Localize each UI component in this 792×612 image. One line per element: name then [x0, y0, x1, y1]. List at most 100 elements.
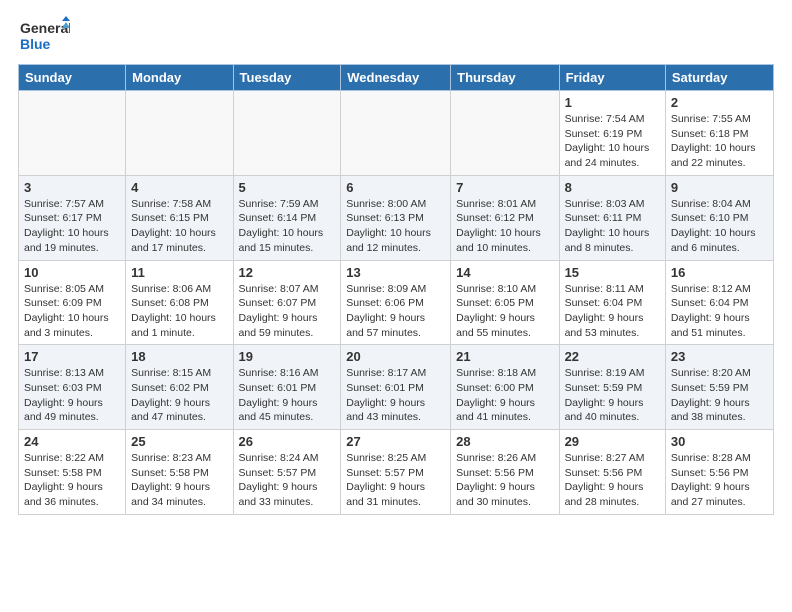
calendar-cell: 25 Sunrise: 8:23 AMSunset: 5:58 PMDayligh…: [126, 430, 233, 515]
day-info: Sunrise: 8:04 AMSunset: 6:10 PMDaylight:…: [671, 197, 768, 256]
day-number: 10: [24, 265, 120, 280]
calendar-body: 1 Sunrise: 7:54 AMSunset: 6:19 PMDaylight…: [19, 91, 774, 515]
calendar-cell: 1 Sunrise: 7:54 AMSunset: 6:19 PMDaylight…: [559, 91, 665, 176]
calendar-cell: 24Sunrise: 8:22 AMSunset: 5:58 PMDayligh…: [19, 430, 126, 515]
calendar-day-header: Monday: [126, 65, 233, 91]
svg-text:Blue: Blue: [20, 36, 51, 52]
calendar-cell: 26 Sunrise: 8:24 AMSunset: 5:57 PMDayligh…: [233, 430, 341, 515]
calendar-cell: [451, 91, 559, 176]
day-info: Sunrise: 8:27 AMSunset: 5:56 PMDaylight:…: [565, 451, 660, 510]
calendar-cell: 3 Sunrise: 7:57 AMSunset: 6:17 PMDaylight…: [19, 175, 126, 260]
calendar-cell: 7Sunrise: 8:01 AMSunset: 6:12 PMDaylight…: [451, 175, 559, 260]
day-number: 16: [671, 265, 768, 280]
calendar-cell: 10 Sunrise: 8:05 AMSunset: 6:09 PMDayligh…: [19, 260, 126, 345]
calendar-week-row: 17 Sunrise: 8:13 AMSunset: 6:03 PMDayligh…: [19, 345, 774, 430]
calendar-day-header: Tuesday: [233, 65, 341, 91]
day-info: Sunrise: 7:57 AMSunset: 6:17 PMDaylight:…: [24, 197, 120, 256]
calendar-cell: 22 Sunrise: 8:19 AMSunset: 5:59 PMDayligh…: [559, 345, 665, 430]
day-info: Sunrise: 7:58 AMSunset: 6:15 PMDaylight:…: [131, 197, 227, 256]
calendar-day-header: Thursday: [451, 65, 559, 91]
day-number: 20: [346, 349, 445, 364]
day-info: Sunrise: 8:03 AMSunset: 6:11 PMDaylight:…: [565, 197, 660, 256]
day-info: Sunrise: 8:25 AMSunset: 5:57 PMDaylight:…: [346, 451, 445, 510]
calendar-table: SundayMondayTuesdayWednesdayThursdayFrid…: [18, 64, 774, 515]
day-number: 29: [565, 434, 660, 449]
day-info: Sunrise: 8:06 AMSunset: 6:08 PMDaylight:…: [131, 282, 227, 341]
day-info: Sunrise: 8:26 AMSunset: 5:56 PMDaylight:…: [456, 451, 553, 510]
calendar-day-header: Sunday: [19, 65, 126, 91]
calendar-cell: 19 Sunrise: 8:16 AMSunset: 6:01 PMDayligh…: [233, 345, 341, 430]
calendar-cell: 29 Sunrise: 8:27 AMSunset: 5:56 PMDayligh…: [559, 430, 665, 515]
calendar-cell: 18 Sunrise: 8:15 AMSunset: 6:02 PMDayligh…: [126, 345, 233, 430]
day-number: 9: [671, 180, 768, 195]
day-number: 23: [671, 349, 768, 364]
calendar-cell: [341, 91, 451, 176]
day-number: 17: [24, 349, 120, 364]
day-info: Sunrise: 8:11 AMSunset: 6:04 PMDaylight:…: [565, 282, 660, 341]
day-info: Sunrise: 8:19 AMSunset: 5:59 PMDaylight:…: [565, 366, 660, 425]
day-number: 1: [565, 95, 660, 110]
day-number: 27: [346, 434, 445, 449]
day-info: Sunrise: 8:15 AMSunset: 6:02 PMDaylight:…: [131, 366, 227, 425]
calendar-day-header: Friday: [559, 65, 665, 91]
calendar-wrapper: SundayMondayTuesdayWednesdayThursdayFrid…: [0, 64, 792, 525]
day-info: Sunrise: 8:16 AMSunset: 6:01 PMDaylight:…: [239, 366, 336, 425]
day-info: Sunrise: 8:22 AMSunset: 5:58 PMDaylight:…: [24, 451, 120, 510]
day-number: 15: [565, 265, 660, 280]
calendar-cell: 13Sunrise: 8:09 AMSunset: 6:06 PMDayligh…: [341, 260, 451, 345]
calendar-cell: 30 Sunrise: 8:28 AMSunset: 5:56 PMDayligh…: [665, 430, 773, 515]
calendar-cell: 8Sunrise: 8:03 AMSunset: 6:11 PMDaylight…: [559, 175, 665, 260]
day-info: Sunrise: 8:01 AMSunset: 6:12 PMDaylight:…: [456, 197, 553, 256]
day-info: Sunrise: 8:13 AMSunset: 6:03 PMDaylight:…: [24, 366, 120, 425]
day-number: 13: [346, 265, 445, 280]
day-number: 30: [671, 434, 768, 449]
day-number: 25: [131, 434, 227, 449]
calendar-cell: 17 Sunrise: 8:13 AMSunset: 6:03 PMDayligh…: [19, 345, 126, 430]
calendar-cell: 9 Sunrise: 8:04 AMSunset: 6:10 PMDaylight…: [665, 175, 773, 260]
calendar-cell: 20 Sunrise: 8:17 AMSunset: 6:01 PMDayligh…: [341, 345, 451, 430]
logo: GeneralBlue: [20, 16, 70, 56]
calendar-cell: [126, 91, 233, 176]
day-number: 28: [456, 434, 553, 449]
calendar-cell: 2Sunrise: 7:55 AMSunset: 6:18 PMDaylight…: [665, 91, 773, 176]
day-info: Sunrise: 8:05 AMSunset: 6:09 PMDaylight:…: [24, 282, 120, 341]
calendar-day-header: Wednesday: [341, 65, 451, 91]
day-info: Sunrise: 8:28 AMSunset: 5:56 PMDaylight:…: [671, 451, 768, 510]
day-info: Sunrise: 7:59 AMSunset: 6:14 PMDaylight:…: [239, 197, 336, 256]
calendar-week-row: 1 Sunrise: 7:54 AMSunset: 6:19 PMDaylight…: [19, 91, 774, 176]
day-info: Sunrise: 8:00 AMSunset: 6:13 PMDaylight:…: [346, 197, 445, 256]
day-number: 5: [239, 180, 336, 195]
day-number: 18: [131, 349, 227, 364]
day-number: 3: [24, 180, 120, 195]
day-info: Sunrise: 8:18 AMSunset: 6:00 PMDaylight:…: [456, 366, 553, 425]
day-info: Sunrise: 8:10 AMSunset: 6:05 PMDaylight:…: [456, 282, 553, 341]
day-info: Sunrise: 8:17 AMSunset: 6:01 PMDaylight:…: [346, 366, 445, 425]
calendar-cell: 4 Sunrise: 7:58 AMSunset: 6:15 PMDaylight…: [126, 175, 233, 260]
calendar-cell: 21 Sunrise: 8:18 AMSunset: 6:00 PMDayligh…: [451, 345, 559, 430]
calendar-week-row: 10 Sunrise: 8:05 AMSunset: 6:09 PMDayligh…: [19, 260, 774, 345]
calendar-cell: 27 Sunrise: 8:25 AMSunset: 5:57 PMDayligh…: [341, 430, 451, 515]
day-info: Sunrise: 8:12 AMSunset: 6:04 PMDaylight:…: [671, 282, 768, 341]
day-info: Sunrise: 8:20 AMSunset: 5:59 PMDaylight:…: [671, 366, 768, 425]
day-number: 22: [565, 349, 660, 364]
calendar-cell: 16 Sunrise: 8:12 AMSunset: 6:04 PMDayligh…: [665, 260, 773, 345]
day-number: 4: [131, 180, 227, 195]
day-number: 26: [239, 434, 336, 449]
calendar-cell: 12Sunrise: 8:07 AMSunset: 6:07 PMDayligh…: [233, 260, 341, 345]
calendar-cell: 15 Sunrise: 8:11 AMSunset: 6:04 PMDayligh…: [559, 260, 665, 345]
day-number: 21: [456, 349, 553, 364]
day-info: Sunrise: 8:24 AMSunset: 5:57 PMDaylight:…: [239, 451, 336, 510]
calendar-cell: [233, 91, 341, 176]
day-info: Sunrise: 8:07 AMSunset: 6:07 PMDaylight:…: [239, 282, 336, 341]
day-number: 6: [346, 180, 445, 195]
day-info: Sunrise: 8:23 AMSunset: 5:58 PMDaylight:…: [131, 451, 227, 510]
calendar-cell: [19, 91, 126, 176]
calendar-week-row: 3 Sunrise: 7:57 AMSunset: 6:17 PMDaylight…: [19, 175, 774, 260]
day-info: Sunrise: 7:54 AMSunset: 6:19 PMDaylight:…: [565, 112, 660, 171]
page-header: GeneralBlue: [0, 0, 792, 64]
day-number: 19: [239, 349, 336, 364]
calendar-cell: 5 Sunrise: 7:59 AMSunset: 6:14 PMDaylight…: [233, 175, 341, 260]
day-number: 14: [456, 265, 553, 280]
day-info: Sunrise: 7:55 AMSunset: 6:18 PMDaylight:…: [671, 112, 768, 171]
day-number: 11: [131, 265, 227, 280]
